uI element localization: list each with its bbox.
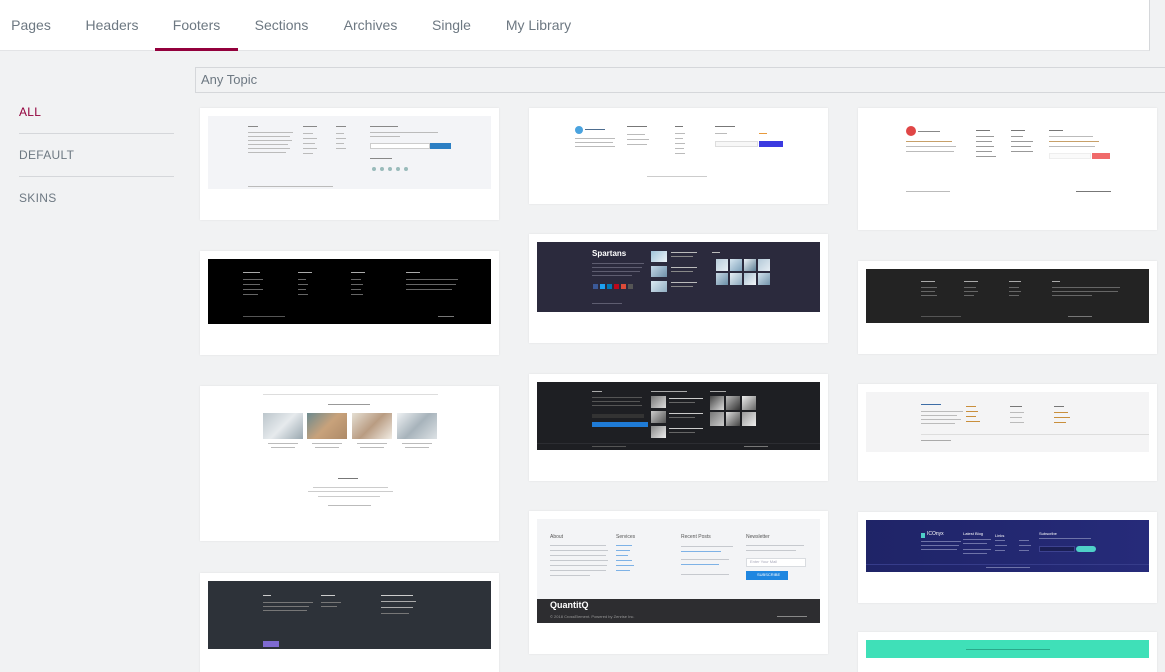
template-card[interactable] [529,374,828,481]
tab-sections[interactable]: Sections [240,0,323,51]
template-thumbnail: Spartans [537,242,820,312]
template-thumbnail [866,640,1149,658]
filter-skins[interactable]: SKINS [19,191,174,205]
newsletter-heading: Newsletter [746,534,770,540]
template-thumbnail: ICOnyx Latest Blog Links Subscribe [866,520,1149,572]
template-card[interactable]: About Services Recent Posts Newsletter E… [529,511,828,654]
tab-pages[interactable]: Pages [0,0,62,51]
topic-select[interactable]: Any Topic [195,67,1165,93]
subscribe-heading: Subscribe [1039,531,1057,536]
services-heading: Services [616,534,636,540]
template-card[interactable] [858,261,1157,354]
template-thumbnail [537,382,820,450]
tab-archives[interactable]: Archives [328,0,413,51]
template-card[interactable]: Spartans [529,234,828,343]
template-card[interactable] [529,108,828,204]
template-card[interactable] [200,251,499,355]
template-thumbnail [866,116,1149,198]
template-thumbnail [208,394,491,532]
copyright-text: © 2018 CrossElement. Powered by Zenrise … [550,614,635,619]
brand-text: QuantitQ [550,600,589,610]
template-card[interactable] [200,108,499,220]
filter-all[interactable]: ALL [19,105,174,119]
tab-bar: Pages Headers Footers Sections Archives … [0,0,1150,51]
template-thumbnail [537,116,820,188]
subscribe-button-label: SUBSCRIBE [757,572,781,577]
tab-single[interactable]: Single [415,0,488,51]
links-heading: Links [995,533,1005,538]
latest-blog-heading: Latest Blog [963,531,984,536]
template-card[interactable] [858,384,1157,481]
template-thumbnail [208,259,491,324]
template-thumbnail [866,392,1149,452]
template-card[interactable] [858,632,1157,672]
brand-text: ICOnyx [927,531,944,537]
recent-posts-heading: Recent Posts [681,534,711,540]
template-thumbnail [866,269,1149,323]
divider [19,133,174,134]
filter-default[interactable]: DEFAULT [19,148,174,162]
template-card[interactable]: ICOnyx Latest Blog Links Subscribe [858,512,1157,603]
brand-text: Spartans [592,249,627,258]
active-tab-indicator [155,48,238,51]
tab-my-library[interactable]: My Library [494,0,583,51]
divider [19,176,174,177]
template-card[interactable] [200,573,499,672]
about-heading: About [550,534,564,540]
email-placeholder: Enter Your Mail [750,559,778,564]
tab-headers[interactable]: Headers [71,0,153,51]
template-card[interactable] [858,108,1157,230]
template-thumbnail [208,581,491,649]
tab-footers[interactable]: Footers [155,0,238,51]
template-thumbnail [208,116,491,189]
template-card[interactable] [200,386,499,541]
template-thumbnail: About Services Recent Posts Newsletter E… [537,519,820,623]
